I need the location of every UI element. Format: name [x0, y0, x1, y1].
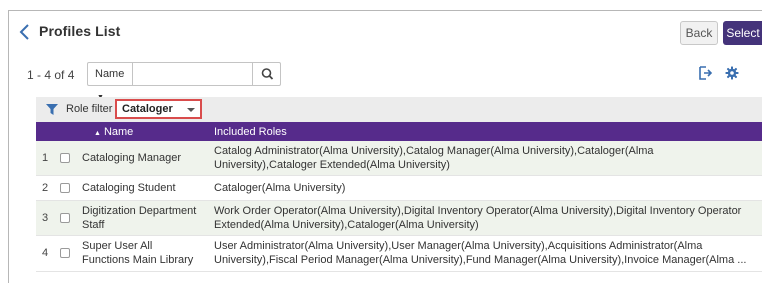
- table-row[interactable]: 1 Cataloging Manager Catalog Administrat…: [36, 141, 762, 176]
- included-roles: Work Order Operator(Alma University),Dig…: [208, 200, 762, 236]
- role-filter-label: Role filter :: [66, 103, 119, 115]
- gear-icon[interactable]: [724, 65, 740, 81]
- profiles-list-panel: Profiles List Back Select 1 - 4 of 4 Nam…: [8, 10, 762, 283]
- export-icon[interactable]: [697, 65, 713, 81]
- row-number: 3: [36, 200, 54, 236]
- table-row[interactable]: 3 Digitization Department Staff Work Ord…: [36, 200, 762, 236]
- column-header-name[interactable]: ▲ Name: [76, 122, 208, 141]
- role-filter-bar: Role filter : Cataloger: [36, 97, 762, 122]
- column-header-included-roles[interactable]: Included Roles: [208, 122, 762, 141]
- included-roles: Catalog Administrator(Alma University),C…: [208, 141, 762, 176]
- table-header-row: ▲ Name Included Roles: [36, 122, 762, 141]
- included-roles: User Administrator(Alma University),User…: [208, 235, 762, 272]
- filter-icon[interactable]: [46, 104, 58, 115]
- row-checkbox-cell: [54, 235, 76, 272]
- search-scope-dropdown[interactable]: Name ▼: [88, 63, 133, 101]
- row-checkbox[interactable]: [60, 152, 70, 163]
- profiles-table: ▲ Name Included Roles 1 Cataloging Manage…: [36, 122, 762, 272]
- chevron-left-icon[interactable]: [18, 23, 32, 41]
- profile-name: Digitization Department Staff: [76, 200, 208, 236]
- row-checkbox-cell: [54, 175, 76, 201]
- row-number: 2: [36, 175, 54, 201]
- list-toolbar: 1 - 4 of 4 Name ▼: [9, 61, 762, 101]
- page-title: Profiles List: [39, 23, 121, 39]
- profile-name: Cataloging Manager: [76, 141, 208, 176]
- table-row[interactable]: 4 Super User All Functions Main Library …: [36, 235, 762, 272]
- back-button[interactable]: Back: [680, 21, 718, 45]
- role-filter-value: Cataloger: [122, 103, 173, 115]
- result-count: 1 - 4 of 4: [27, 68, 75, 82]
- row-number: 1: [36, 141, 54, 176]
- select-button[interactable]: Select: [723, 21, 762, 45]
- search-button[interactable]: [252, 63, 281, 85]
- search-scope-label: Name: [95, 68, 125, 80]
- table-row[interactable]: 2 Cataloging Student Cataloger(Alma Univ…: [36, 175, 762, 201]
- profile-name: Cataloging Student: [76, 175, 208, 201]
- row-checkbox[interactable]: [60, 182, 70, 193]
- row-number: 4: [36, 235, 54, 272]
- header-bar: Profiles List Back Select: [9, 11, 762, 54]
- caret-down-icon: [187, 108, 195, 112]
- search-icon: [261, 68, 274, 80]
- row-checkbox-cell: [54, 200, 76, 236]
- row-checkbox-cell: [54, 141, 76, 176]
- column-header-name-label: Name: [103, 125, 134, 138]
- profile-name: Super User All Functions Main Library: [76, 235, 208, 272]
- row-checkbox[interactable]: [60, 212, 70, 223]
- role-filter-dropdown[interactable]: Cataloger: [115, 99, 202, 119]
- search-input[interactable]: [134, 63, 252, 85]
- sort-ascending-icon: ▲: [94, 129, 101, 137]
- column-header-number: [36, 122, 54, 141]
- row-checkbox[interactable]: [60, 248, 70, 258]
- included-roles: Cataloger(Alma University): [208, 175, 762, 201]
- column-header-select: [54, 122, 76, 141]
- search-box: Name ▼: [87, 62, 281, 101]
